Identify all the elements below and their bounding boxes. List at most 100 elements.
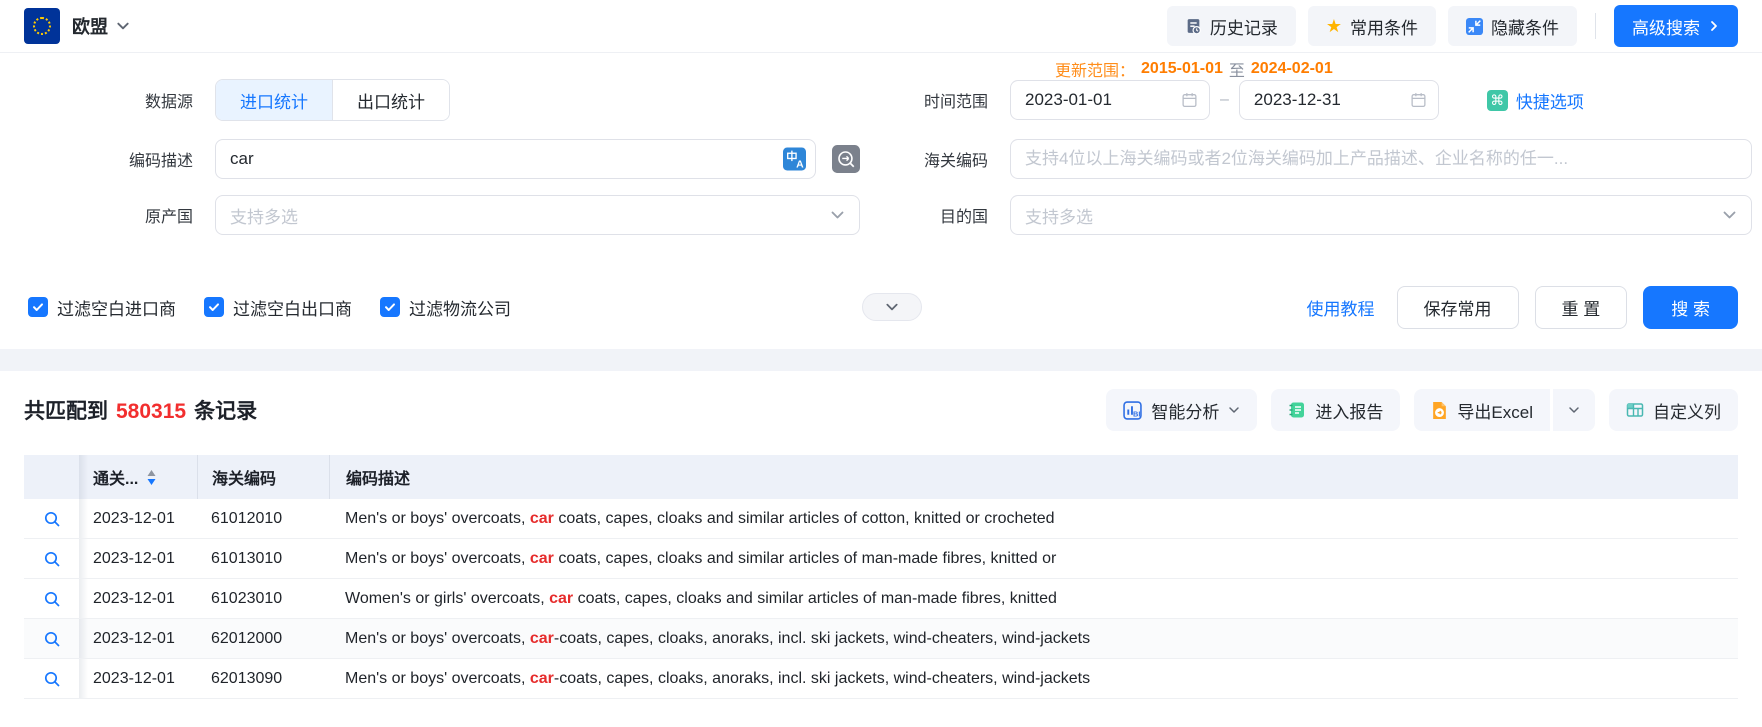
excel-export-icon [1431,401,1448,420]
filter-blank-importer[interactable]: 过滤空白进口商 [28,295,176,320]
results-table: 通关... 海关编码 编码描述 2023-12-01 61012010 Men [24,455,1738,699]
start-date-input[interactable] [1010,80,1210,120]
update-range-start: 2015-01-01 [1141,60,1223,78]
filter-label: 过滤物流公司 [409,295,511,320]
filter-logistics[interactable]: 过滤物流公司 [380,295,511,320]
favorites-button[interactable]: ★ 常用条件 [1308,6,1436,46]
code-desc-wrap: A [215,139,816,179]
cell-date: 2023-12-01 [79,539,197,578]
hide-conditions-label: 隐藏条件 [1491,14,1559,39]
desc-pre: Women's or girls' overcoats, [345,590,549,608]
svg-text:BI: BI [1133,409,1140,418]
row-search-button[interactable] [39,626,65,652]
tab-import-stats[interactable]: 进口统计 [216,80,332,120]
cell-code: 61012010 [197,499,329,538]
check-icon [28,297,48,317]
chevron-down-icon [116,19,130,33]
row-search-button[interactable] [39,666,65,692]
tab-group: 进口统计 出口统计 [215,79,450,121]
desc-keyword: car [549,590,573,608]
enter-report-button[interactable]: 进入报告 [1271,389,1400,431]
summary-prefix: 共匹配到 [24,395,108,425]
filter-label: 过滤空白出口商 [233,295,352,320]
chevron-down-icon [885,300,899,314]
dest-country-select[interactable]: 支持多选 [1010,195,1752,235]
cell-code: 62012000 [197,619,329,658]
history-icon [1185,18,1202,35]
tutorial-link[interactable]: 使用教程 [1307,295,1375,320]
tab-export-stats[interactable]: 出口统计 [332,80,449,120]
report-icon [1288,401,1306,419]
desc-post: -coats, capes, cloaks, anoraks, incl. sk… [554,670,1090,688]
chevron-down-icon [1722,208,1737,223]
dest-country-placeholder: 支持多选 [1025,203,1123,228]
top-bar: 欧盟 历史记录 ★ 常用条件 隐藏条件 高级搜索 [0,0,1762,53]
hide-conditions-button[interactable]: 隐藏条件 [1448,6,1577,46]
cell-date: 2023-12-01 [79,499,197,538]
history-button[interactable]: 历史记录 [1167,6,1296,46]
command-icon: ⌘ [1487,90,1508,111]
code-desc-control: A [215,139,860,179]
cell-desc: Men's or boys' overcoats, car-coats, cap… [329,619,1738,658]
table-row: 2023-12-01 61012010 Men's or boys' overc… [24,499,1738,539]
export-options-button[interactable] [1553,389,1595,431]
calendar-icon[interactable] [1410,92,1427,109]
match-count: 580315 [116,400,186,424]
cell-code: 62013090 [197,659,329,698]
search-button[interactable]: 搜 索 [1643,286,1738,329]
table-row: 2023-12-01 61023010 Women's or girls' ov… [24,579,1738,619]
cell-date: 2023-12-01 [79,659,197,698]
start-date-box [1010,80,1210,120]
enter-report-label: 进入报告 [1315,398,1383,423]
results-toolbar: BI 智能分析 进入报告 导出Excel [1106,389,1738,431]
desc-keyword: car [530,550,554,568]
data-source-tabs: 进口统计 出口统计 [215,79,860,121]
export-split-button: 导出Excel [1414,389,1595,431]
advanced-search-button[interactable]: 高级搜索 [1614,5,1738,47]
match-summary: 共匹配到 580315 条记录 [24,395,257,425]
origin-country-select[interactable]: 支持多选 [215,195,860,235]
code-desc-label: 编码描述 [0,147,215,171]
svg-text:A: A [796,159,804,170]
dest-country-control: 支持多选 [1010,195,1752,235]
fuzzy-match-icon [832,145,860,173]
translate-icon[interactable]: A [783,148,806,171]
date-dash: – [1220,91,1229,109]
smart-analysis-button[interactable]: BI 智能分析 [1106,389,1257,431]
end-date-input[interactable] [1239,80,1439,120]
sort-icon[interactable] [146,470,157,485]
quick-options-button[interactable]: ⌘ 快捷选项 [1487,88,1584,113]
row-search-button[interactable] [39,506,65,532]
calendar-icon[interactable] [1181,92,1198,109]
reset-button[interactable]: 重 置 [1535,286,1628,329]
smart-analysis-label: 智能分析 [1151,398,1219,423]
cell-desc: Men's or boys' overcoats, car coats, cap… [329,539,1738,578]
filter-blank-exporter[interactable]: 过滤空白出口商 [204,295,352,320]
custom-columns-button[interactable]: 自定义列 [1609,389,1738,431]
desc-keyword: car [530,630,554,648]
desc-pre: Men's or boys' overcoats, [345,550,530,568]
hs-code-input[interactable] [1010,139,1752,179]
desc-post: -coats, capes, cloaks, anoraks, incl. sk… [554,630,1090,648]
fuzzy-match-button[interactable] [832,145,860,173]
origin-country-placeholder: 支持多选 [230,203,328,228]
export-excel-button[interactable]: 导出Excel [1414,389,1550,431]
table-header-row: 通关... 海关编码 编码描述 [24,455,1738,499]
filters-actions-row: 过滤空白进口商 过滤空白出口商 过滤物流公司 使用教程 保存常用 重 置 搜 索 [0,285,1762,329]
time-range-label: 时间范围 [860,88,1010,112]
region-selector-label: 欧盟 [72,13,108,39]
row-search-button[interactable] [39,586,65,612]
region-selector[interactable] [116,19,130,33]
form-row-code: 编码描述 A 海关编码 [0,139,1762,179]
form-row-source-time: 数据源 进口统计 出口统计 时间范围 – [0,79,1762,121]
header-cell-date[interactable]: 通关... [79,455,197,499]
update-range-end: 2024-02-01 [1251,60,1333,78]
chevron-down-icon [1568,404,1580,416]
advanced-search-label: 高级搜索 [1632,14,1700,39]
collapse-filters-toggle[interactable] [862,293,922,321]
row-search-button[interactable] [39,546,65,572]
save-favorite-button[interactable]: 保存常用 [1397,286,1519,329]
eu-flag-icon [24,8,60,44]
code-desc-input[interactable] [215,139,816,179]
section-divider [0,349,1762,371]
